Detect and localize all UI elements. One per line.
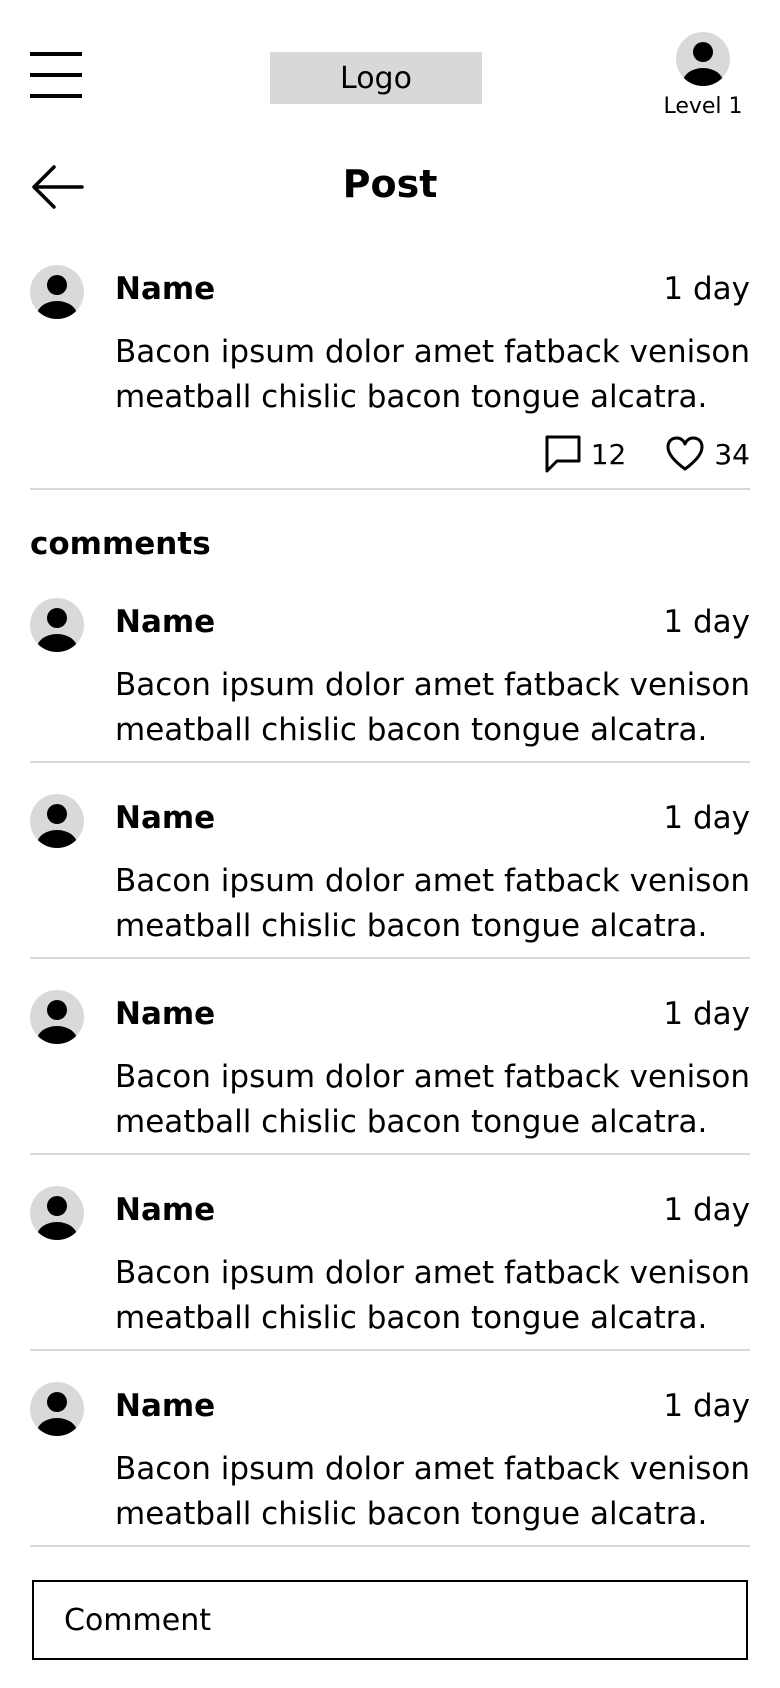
user-avatar-icon[interactable]	[30, 598, 84, 652]
comment-timestamp: 1 day	[663, 604, 750, 640]
comments-count-button[interactable]: 12	[545, 435, 627, 473]
divider	[30, 761, 750, 763]
comment-text: Bacon ipsum dolor amet fatback venison m…	[115, 1255, 751, 1336]
comments-heading: comments	[30, 526, 211, 562]
comment-author-name[interactable]: Name	[115, 800, 215, 836]
comment-item: Name 1 day Bacon ipsum dolor amet fatbac…	[30, 1186, 750, 1336]
comment-timestamp: 1 day	[663, 996, 750, 1032]
comment-text: Bacon ipsum dolor amet fatback venison m…	[115, 1451, 751, 1532]
comment-item: Name 1 day Bacon ipsum dolor amet fatbac…	[30, 598, 750, 748]
post: Name 1 day Bacon ipsum dolor amet fatbac…	[30, 265, 750, 480]
post-author-name[interactable]: Name	[115, 271, 215, 307]
user-avatar-icon	[676, 32, 730, 86]
comment-item: Name 1 day Bacon ipsum dolor amet fatbac…	[30, 1382, 750, 1532]
user-avatar-icon[interactable]	[30, 265, 84, 319]
comment-author-name[interactable]: Name	[115, 1388, 215, 1424]
profile-button[interactable]: Level 1	[658, 30, 748, 125]
comment-text: Bacon ipsum dolor amet fatback venison m…	[115, 1059, 751, 1140]
comment-input[interactable]	[32, 1580, 748, 1660]
post-timestamp: 1 day	[663, 271, 750, 307]
user-avatar-icon[interactable]	[30, 794, 84, 848]
heart-icon	[666, 436, 704, 471]
comment-timestamp: 1 day	[663, 1388, 750, 1424]
divider	[30, 957, 750, 959]
comment-author-name[interactable]: Name	[115, 996, 215, 1032]
comment-author-name[interactable]: Name	[115, 1192, 215, 1228]
hamburger-menu-icon[interactable]	[30, 52, 82, 98]
divider	[30, 1153, 750, 1155]
comment-text: Bacon ipsum dolor amet fatback venison m…	[115, 667, 751, 748]
post-text: Bacon ipsum dolor amet fatback venison m…	[115, 334, 751, 415]
user-avatar-icon[interactable]	[30, 1382, 84, 1436]
comment-item: Name 1 day Bacon ipsum dolor amet fatbac…	[30, 990, 750, 1140]
user-avatar-icon[interactable]	[30, 1186, 84, 1240]
divider	[30, 1349, 750, 1351]
like-button[interactable]: 34	[666, 436, 750, 472]
divider	[30, 1545, 750, 1547]
post-page: Logo Level 1 Post Name 1 day Bacon ipsum…	[0, 0, 780, 1688]
post-stats: 12 34	[545, 435, 750, 473]
page-title: Post	[342, 162, 438, 206]
logo[interactable]: Logo	[270, 52, 482, 104]
comment-timestamp: 1 day	[663, 1192, 750, 1228]
speech-bubble-icon	[545, 435, 581, 473]
divider	[30, 488, 750, 490]
user-avatar-icon[interactable]	[30, 990, 84, 1044]
comments-count: 12	[590, 437, 627, 471]
comment-item: Name 1 day Bacon ipsum dolor amet fatbac…	[30, 794, 750, 944]
likes-count: 34	[714, 437, 750, 471]
comment-timestamp: 1 day	[663, 800, 750, 836]
comment-text: Bacon ipsum dolor amet fatback venison m…	[115, 863, 751, 944]
profile-level-label: Level 1	[663, 94, 743, 119]
comment-author-name[interactable]: Name	[115, 604, 215, 640]
